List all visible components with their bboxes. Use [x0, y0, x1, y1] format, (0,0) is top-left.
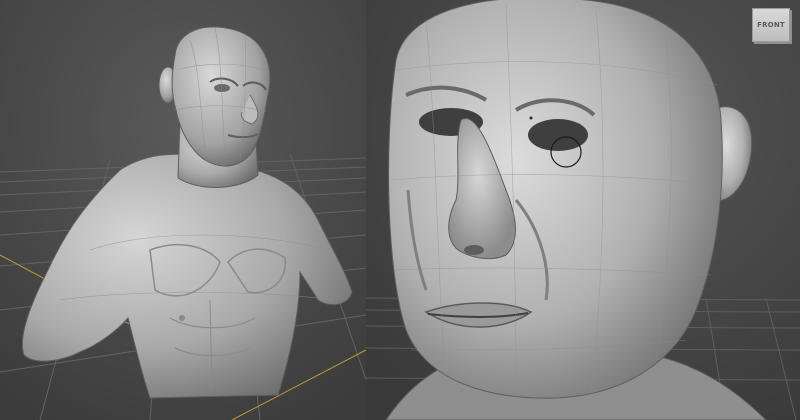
app-window: FRONT [0, 0, 800, 420]
viewcube-button[interactable]: FRONT [752, 8, 790, 42]
viewport-left[interactable] [0, 0, 366, 420]
right-eye-socket [528, 119, 588, 151]
viewport-right[interactable]: FRONT [366, 0, 800, 420]
viewport-left-canvas[interactable] [0, 0, 366, 420]
viewcube-label: FRONT [757, 21, 785, 29]
viewport-right-canvas[interactable] [366, 0, 800, 420]
